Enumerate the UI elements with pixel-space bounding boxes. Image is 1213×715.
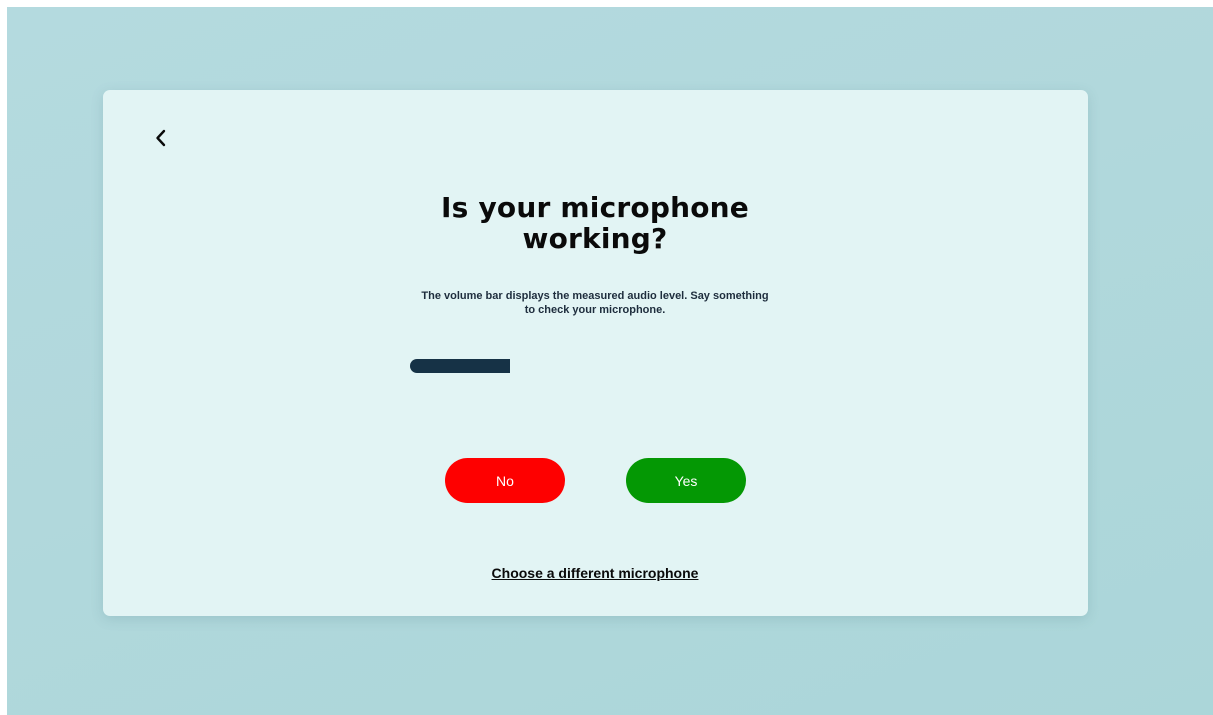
page-title: Is your microphone working? xyxy=(441,191,749,255)
choose-different-microphone-link[interactable]: Choose a different microphone xyxy=(395,565,795,581)
instructions-text: The volume bar displays the measured aud… xyxy=(421,290,769,316)
page-background: Is your microphone working? The volume b… xyxy=(7,7,1213,715)
back-button[interactable] xyxy=(147,124,175,152)
no-button[interactable]: No xyxy=(445,458,565,503)
microphone-check-dialog: Is your microphone working? The volume b… xyxy=(103,90,1088,616)
volume-bar-fill xyxy=(410,359,510,373)
volume-bar xyxy=(410,359,780,373)
yes-button[interactable]: Yes xyxy=(626,458,746,503)
chevron-left-icon xyxy=(156,129,166,147)
